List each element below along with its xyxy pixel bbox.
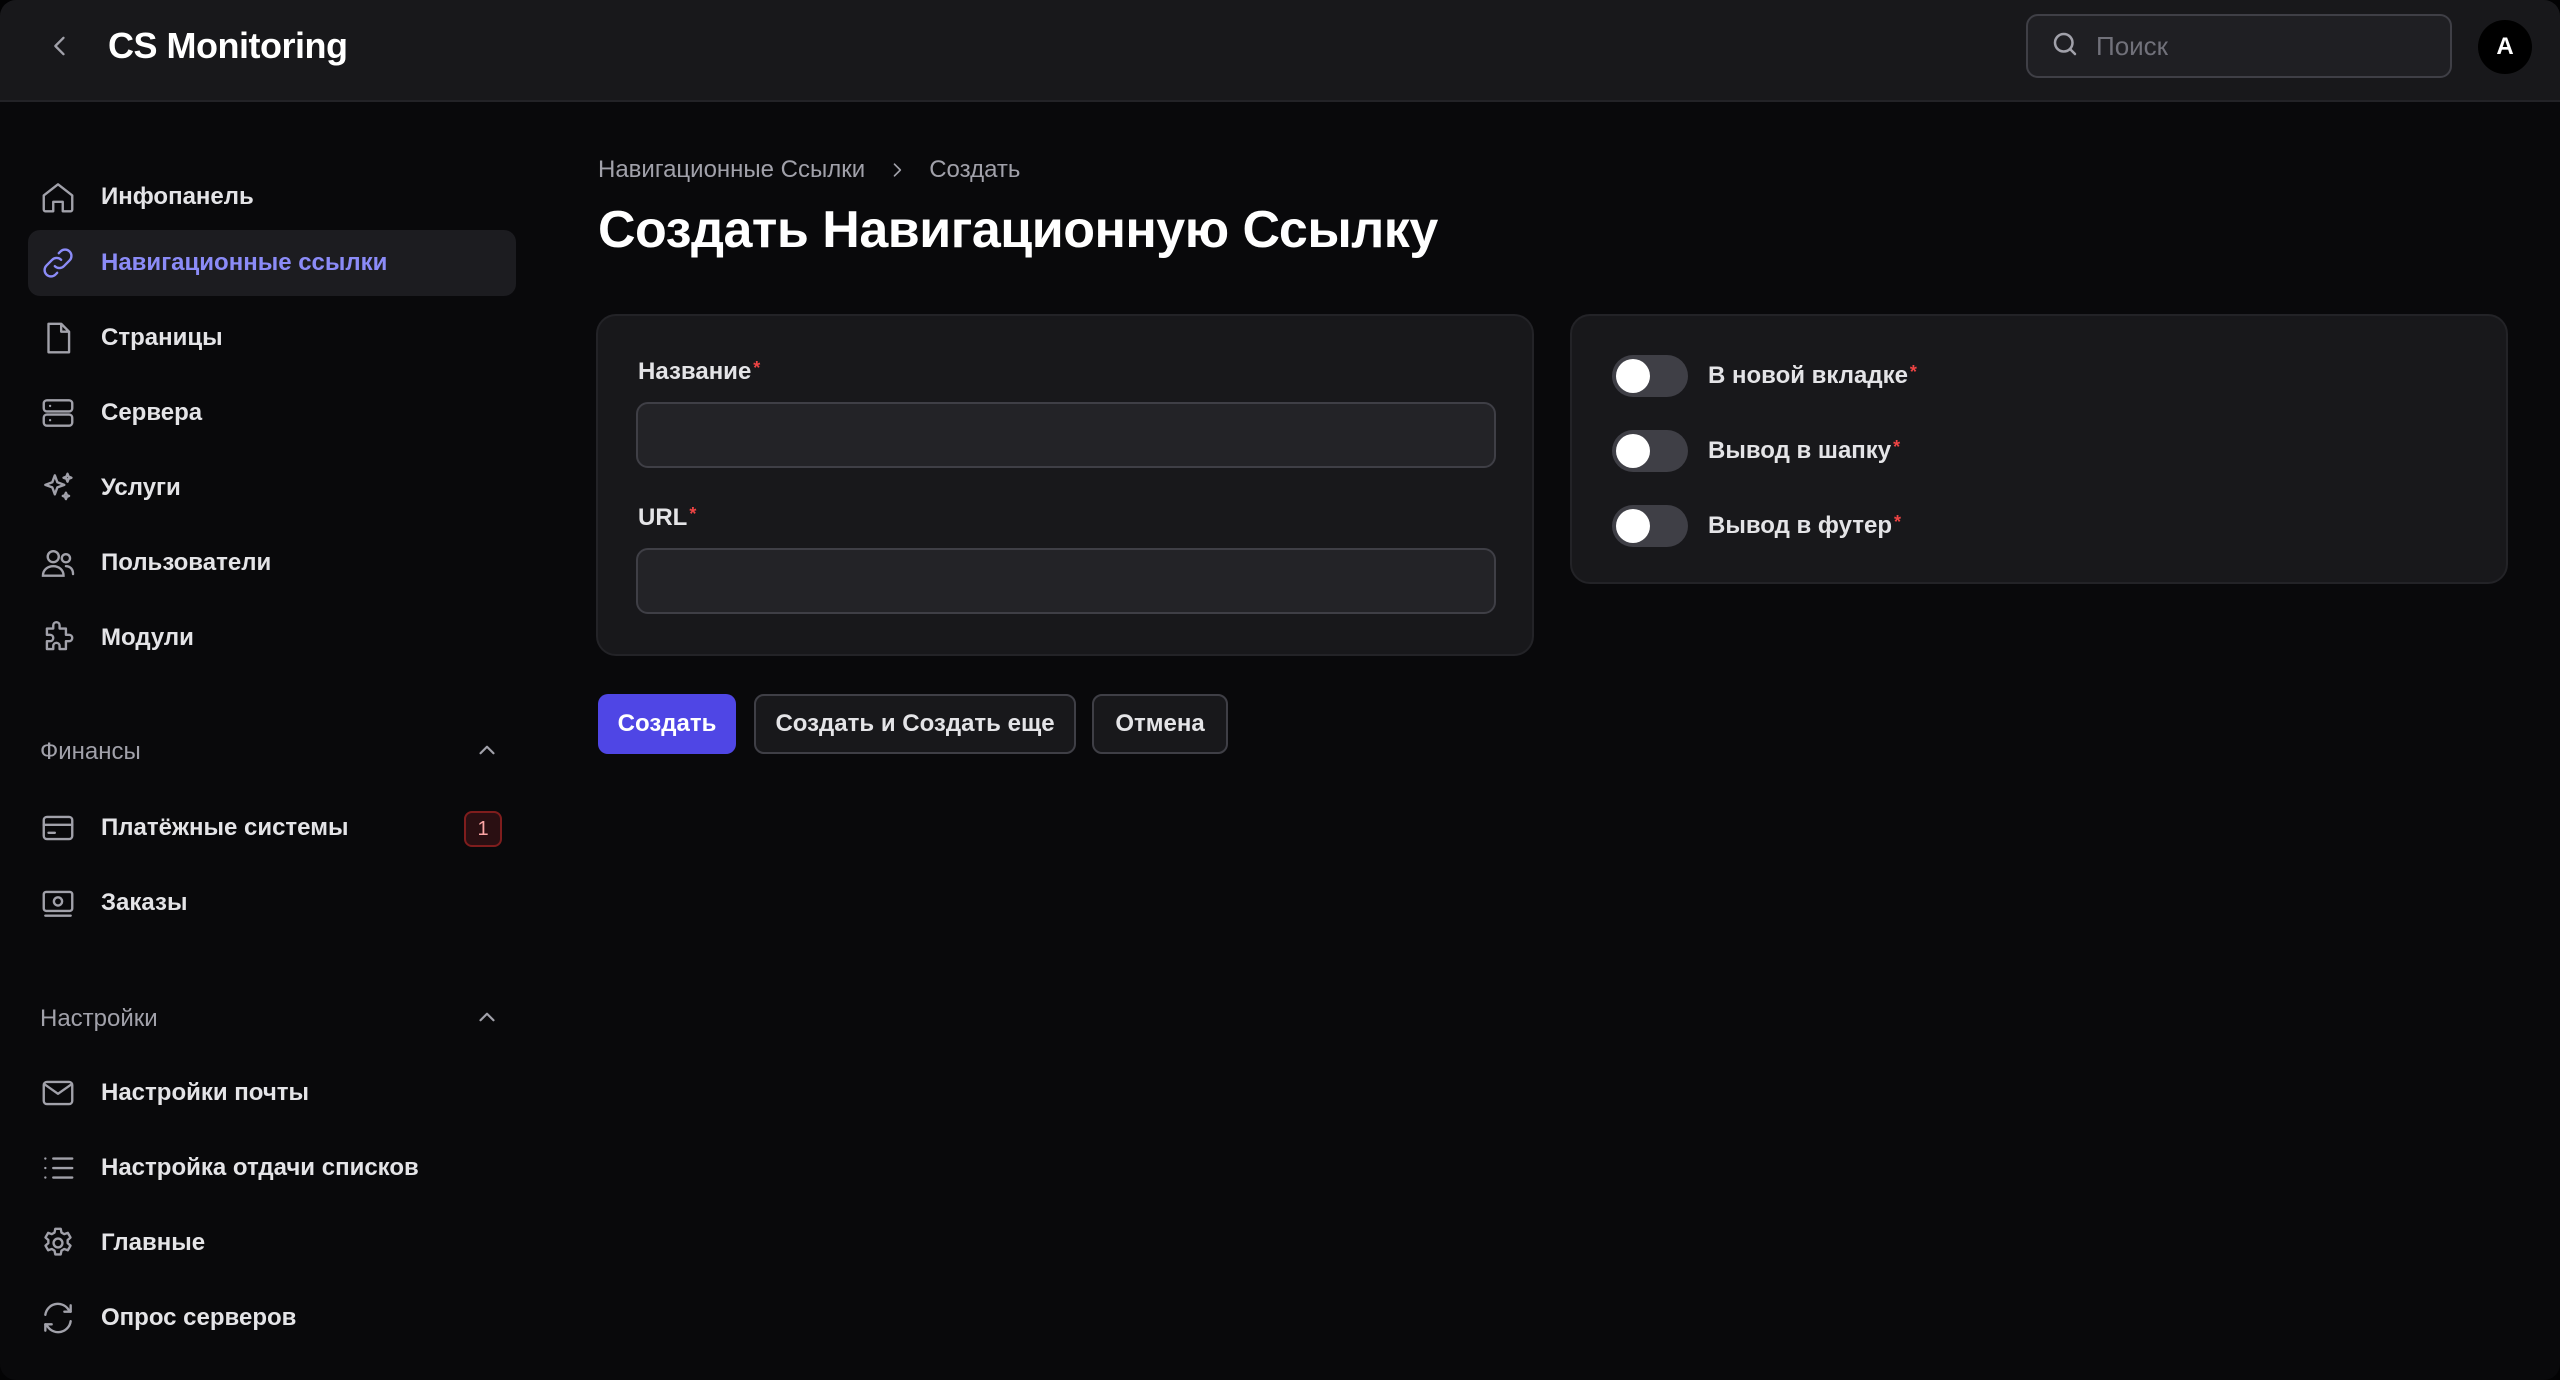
required-mark: * — [1894, 512, 1902, 532]
sidebar-item-nav-links[interactable]: Навигационные ссылки — [28, 230, 516, 296]
group-label: Финансы — [40, 738, 141, 765]
refresh-icon — [38, 1298, 78, 1338]
new-tab-toggle[interactable] — [1612, 355, 1688, 397]
sidebar-item-label: Страницы — [101, 324, 223, 351]
name-input[interactable] — [636, 402, 1496, 468]
toggle-label: Вывод в шапку * — [1708, 437, 1900, 465]
toggle-label: В новой вкладке * — [1708, 362, 1917, 390]
toggle-row-new-tab: В новой вкладке * — [1612, 354, 1917, 398]
sidebar-item-label: Навигационные ссылки — [101, 249, 388, 276]
show-in-header-toggle[interactable] — [1612, 430, 1688, 472]
group-label: Настройки — [40, 1005, 158, 1032]
breadcrumb: Навигационные Ссылки Создать — [598, 156, 1020, 184]
show-in-footer-toggle[interactable] — [1612, 505, 1688, 547]
top-bar: CS Monitoring A — [0, 0, 2560, 102]
group-header-settings[interactable]: Настройки — [40, 999, 500, 1039]
toggle-row-header: Вывод в шапку * — [1612, 429, 1900, 473]
search-input[interactable] — [2094, 29, 2434, 63]
chevron-up-icon[interactable] — [474, 737, 500, 768]
sidebar-item-modules[interactable]: Модули — [28, 605, 516, 671]
create-button[interactable]: Создать — [598, 694, 736, 754]
toggle-label: Вывод в футер * — [1708, 512, 1901, 540]
app-window: CS Monitoring A Инфопанель Навигационные… — [0, 0, 2560, 1380]
chevron-right-icon — [887, 160, 907, 180]
sidebar-item-orders[interactable]: Заказы — [28, 870, 516, 936]
toggle-label-text: В новой вкладке — [1708, 362, 1908, 389]
home-icon — [38, 177, 78, 217]
sparkles-icon — [38, 468, 78, 508]
app-title: CS Monitoring — [108, 25, 348, 66]
field-label-url: URL * — [638, 504, 696, 532]
sidebar-item-services[interactable]: Услуги — [28, 455, 516, 521]
create-another-button[interactable]: Создать и Создать еще — [754, 694, 1076, 754]
gear-icon — [38, 1223, 78, 1263]
sidebar-item-label: Настройки почты — [101, 1079, 310, 1106]
back-button[interactable] — [40, 28, 80, 68]
credit-card-icon — [38, 808, 78, 848]
toggle-row-footer: Вывод в футер * — [1612, 504, 1901, 548]
cancel-button[interactable]: Отмена — [1092, 694, 1228, 754]
sidebar-item-payment-systems[interactable]: Платёжные системы 1 — [28, 795, 516, 861]
required-mark: * — [689, 504, 697, 524]
required-mark: * — [1909, 362, 1917, 382]
sidebar: Инфопанель Навигационные ссылки Страницы… — [0, 104, 540, 1380]
avatar[interactable]: A — [2478, 20, 2532, 74]
sidebar-item-label: Заказы — [101, 889, 188, 916]
users-icon — [38, 543, 78, 583]
required-mark: * — [1893, 437, 1901, 457]
options-card: В новой вкладке * Вывод в шапку * Вывод в … — [1570, 314, 2508, 584]
toggle-knob — [1616, 509, 1650, 543]
sidebar-item-servers[interactable]: Сервера — [28, 380, 516, 446]
sidebar-item-pages[interactable]: Страницы — [28, 305, 516, 371]
banknotes-icon — [38, 883, 78, 923]
sidebar-item-label: Настройка отдачи списков — [101, 1154, 419, 1181]
count-badge: 1 — [464, 811, 502, 847]
toggle-label-text: Вывод в шапку — [1708, 437, 1892, 464]
search-box[interactable] — [2026, 14, 2452, 78]
url-input[interactable] — [636, 548, 1496, 614]
chevron-left-icon — [46, 32, 74, 65]
sidebar-item-label: Модули — [101, 624, 194, 651]
sidebar-item-label: Услуги — [101, 474, 181, 501]
sidebar-item-label: Инфопанель — [101, 183, 254, 210]
field-label-name: Название * — [638, 358, 760, 386]
field-label-text: Название — [638, 358, 752, 385]
sidebar-item-list-settings[interactable]: Настройка отдачи списков — [28, 1135, 516, 1201]
sidebar-item-label: Сервера — [101, 399, 203, 426]
link-icon — [38, 243, 78, 283]
group-header-finance[interactable]: Финансы — [40, 732, 500, 772]
sidebar-item-dashboard[interactable]: Инфопанель — [28, 164, 516, 230]
server-icon — [38, 393, 78, 433]
sidebar-item-general[interactable]: Главные — [28, 1210, 516, 1276]
chevron-up-icon[interactable] — [474, 1004, 500, 1035]
search-icon — [2050, 29, 2080, 64]
puzzle-icon — [38, 618, 78, 658]
sidebar-item-mail-settings[interactable]: Настройки почты — [28, 1060, 516, 1126]
toggle-label-text: Вывод в футер — [1708, 512, 1893, 539]
required-mark: * — [753, 358, 761, 378]
form-card: Название * URL * — [596, 314, 1534, 656]
document-icon — [38, 318, 78, 358]
envelope-icon — [38, 1073, 78, 1113]
sidebar-item-server-polling[interactable]: Опрос серверов — [28, 1285, 516, 1351]
sidebar-item-label: Опрос серверов — [101, 1304, 297, 1331]
sidebar-item-label: Пользователи — [101, 549, 272, 576]
toggle-knob — [1616, 359, 1650, 393]
sidebar-item-label: Платёжные системы — [101, 814, 349, 841]
page-title: Создать Навигационную Ссылку — [598, 201, 1438, 259]
breadcrumb-current: Создать — [929, 156, 1021, 183]
list-icon — [38, 1148, 78, 1188]
sidebar-item-label: Главные — [101, 1229, 206, 1256]
sidebar-item-users[interactable]: Пользователи — [28, 530, 516, 596]
breadcrumb-link[interactable]: Навигационные Ссылки — [598, 156, 865, 184]
field-label-text: URL — [638, 504, 688, 531]
toggle-knob — [1616, 434, 1650, 468]
